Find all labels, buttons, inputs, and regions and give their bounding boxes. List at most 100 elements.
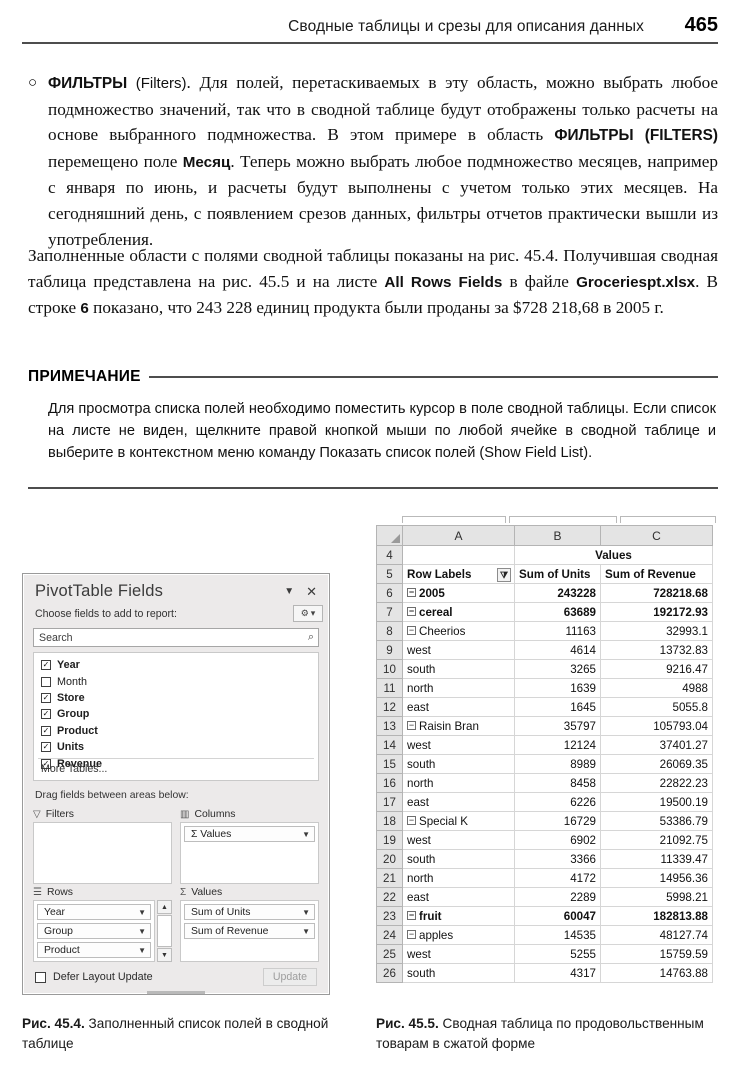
chevron-down-icon[interactable]: ▼ — [302, 908, 310, 917]
defer-layout-update-toggle[interactable]: Defer Layout Update — [35, 971, 263, 983]
row-header[interactable]: 23 — [376, 906, 403, 926]
cell-sum-of-revenue[interactable]: 53386.79 — [600, 811, 713, 831]
cell-row-label[interactable]: south — [402, 963, 515, 983]
cell-row-label[interactable]: north — [402, 773, 515, 793]
cell-row-label[interactable]: north — [402, 868, 515, 888]
field-checkbox[interactable]: ✓ — [41, 742, 51, 753]
cell-sum-of-units[interactable]: 2289 — [514, 887, 601, 907]
cell-row-label[interactable]: south — [402, 754, 515, 774]
values-dropzone[interactable]: Sum of Units ▼ Sum of Revenue ▼ — [180, 900, 319, 962]
cell-row-label[interactable]: − fruit — [402, 906, 515, 926]
cell-row-label[interactable]: west — [402, 735, 515, 755]
close-icon[interactable]: ✕ — [300, 584, 321, 600]
column-header-c[interactable]: C — [600, 525, 713, 546]
cell-sum-of-units[interactable]: 243228 — [514, 583, 601, 603]
row-header[interactable]: 22 — [376, 887, 403, 907]
cell-sum-of-units[interactable]: 63689 — [514, 602, 601, 622]
row-header[interactable]: 16 — [376, 773, 403, 793]
collapse-icon[interactable]: − — [407, 625, 416, 635]
field-list-item[interactable]: ✓ Product — [34, 723, 318, 739]
cell-row-label[interactable]: east — [402, 697, 515, 717]
cell-sum-of-revenue[interactable]: 192172.93 — [600, 602, 713, 622]
row-header[interactable]: 25 — [376, 944, 403, 964]
values-field-pill[interactable]: Sum of Units ▼ — [184, 904, 315, 920]
columns-dropzone[interactable]: Σ Values ▼ — [180, 822, 319, 884]
row-header[interactable]: 11 — [376, 678, 403, 698]
cell-sum-of-units[interactable]: 35797 — [514, 716, 601, 736]
cell-sum-of-revenue[interactable]: 14763.88 — [600, 963, 713, 983]
move-down-icon[interactable]: ▼ — [157, 948, 172, 962]
cell-sum-of-units[interactable]: 3265 — [514, 659, 601, 679]
row-header[interactable]: 21 — [376, 868, 403, 888]
row-header-5[interactable]: 5 — [376, 564, 403, 584]
chevron-down-icon[interactable]: ▼ — [138, 927, 146, 936]
select-all-corner[interactable] — [376, 525, 403, 546]
field-list-item[interactable]: ✓ Units — [34, 739, 318, 755]
cell-sum-of-units[interactable]: 6226 — [514, 792, 601, 812]
cell-sum-of-units[interactable]: 4172 — [514, 868, 601, 888]
cell-sum-of-units[interactable]: 4317 — [514, 963, 601, 983]
rows-field-pill[interactable]: Year ▼ — [37, 904, 151, 920]
cell-sum-of-units[interactable]: 8989 — [514, 754, 601, 774]
field-list-item[interactable]: ✓ Store — [34, 690, 318, 706]
cell-row-label[interactable]: west — [402, 640, 515, 660]
cell-sum-of-units[interactable]: 4614 — [514, 640, 601, 660]
rows-field-pill[interactable]: Product ▼ — [37, 942, 151, 958]
cell-sum-of-revenue[interactable]: 22822.23 — [600, 773, 713, 793]
row-header[interactable]: 14 — [376, 735, 403, 755]
row-header[interactable]: 9 — [376, 640, 403, 660]
row-header[interactable]: 20 — [376, 849, 403, 869]
cell-sum-of-units[interactable]: 8458 — [514, 773, 601, 793]
cell-sum-revenue-header[interactable]: Sum of Revenue — [600, 564, 713, 584]
cell-sum-of-units[interactable]: 1645 — [514, 697, 601, 717]
cell-sum-of-revenue[interactable]: 11339.47 — [600, 849, 713, 869]
cell-row-label[interactable]: west — [402, 944, 515, 964]
row-header[interactable]: 24 — [376, 925, 403, 945]
collapse-icon[interactable]: − — [407, 606, 416, 616]
cell-sum-of-revenue[interactable]: 5055.8 — [600, 697, 713, 717]
cell-sum-of-units[interactable]: 60047 — [514, 906, 601, 926]
row-header[interactable]: 17 — [376, 792, 403, 812]
collapse-icon[interactable]: − — [407, 587, 416, 597]
field-list-item[interactable]: ✓ Group — [34, 706, 318, 722]
cell-row-labels-header[interactable]: Row Labels ⧩ — [402, 564, 515, 584]
values-field-pill[interactable]: Sum of Revenue ▼ — [184, 923, 315, 939]
cell-sum-of-revenue[interactable]: 5998.21 — [600, 887, 713, 907]
rows-dropzone[interactable]: Year ▼ Group ▼ Product ▼ — [33, 900, 155, 962]
cell-sum-of-revenue[interactable]: 48127.74 — [600, 925, 713, 945]
collapse-icon[interactable]: − — [407, 910, 416, 920]
row-header[interactable]: 6 — [376, 583, 403, 603]
chevron-down-icon[interactable]: ▼ — [302, 927, 310, 936]
row-header[interactable]: 26 — [376, 963, 403, 983]
search-input[interactable]: Search ⌕ — [33, 628, 319, 647]
filter-dropdown-icon[interactable]: ⧩ — [496, 568, 511, 582]
cell-row-label[interactable]: west — [402, 830, 515, 850]
cell-row-label[interactable]: east — [402, 792, 515, 812]
cell-sum-of-revenue[interactable]: 728218.68 — [600, 583, 713, 603]
cell-row-label[interactable]: south — [402, 849, 515, 869]
field-list-item[interactable]: ✓ Year — [34, 657, 318, 673]
rows-field-pill[interactable]: Group ▼ — [37, 923, 151, 939]
cell-sum-of-revenue[interactable]: 9216.47 — [600, 659, 713, 679]
column-header-a[interactable]: A — [402, 525, 515, 546]
cell-row-label[interactable]: north — [402, 678, 515, 698]
chevron-down-icon[interactable]: ▼ — [302, 830, 310, 839]
cell-sum-of-revenue[interactable]: 21092.75 — [600, 830, 713, 850]
more-tables-link[interactable]: More Tables... — [41, 763, 107, 775]
field-checkbox[interactable]: ✓ — [41, 709, 51, 720]
cell-row-label[interactable]: − Special K — [402, 811, 515, 831]
row-header[interactable]: 19 — [376, 830, 403, 850]
field-checkbox[interactable]: ✓ — [41, 660, 51, 671]
cell-row-label[interactable]: −2005 — [402, 583, 515, 603]
cell-row-label[interactable]: south — [402, 659, 515, 679]
row-header[interactable]: 12 — [376, 697, 403, 717]
cell-sum-of-revenue[interactable]: 19500.19 — [600, 792, 713, 812]
cell-sum-of-units[interactable]: 11163 — [514, 621, 601, 641]
row-header[interactable]: 13 — [376, 716, 403, 736]
resize-grip[interactable] — [147, 991, 205, 994]
cell-sum-of-units[interactable]: 6902 — [514, 830, 601, 850]
chevron-down-icon[interactable]: ▼ — [138, 946, 146, 955]
cell-row-label[interactable]: − apples — [402, 925, 515, 945]
row-header[interactable]: 7 — [376, 602, 403, 622]
cell-row-label[interactable]: − Cheerios — [402, 621, 515, 641]
